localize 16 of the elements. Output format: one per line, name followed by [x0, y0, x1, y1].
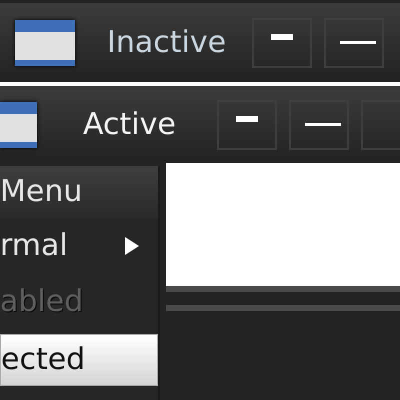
shade-button[interactable] — [252, 18, 312, 68]
window-icon — [15, 20, 75, 66]
minimize-button[interactable] — [324, 18, 384, 68]
shade-icon — [271, 34, 294, 40]
window-icon — [0, 102, 37, 148]
window-title: Inactive — [107, 25, 226, 60]
menu-item[interactable]: rmal — [0, 218, 158, 274]
menu-title: Menu — [0, 166, 158, 218]
minimize-icon — [304, 122, 341, 126]
submenu-arrow-icon — [125, 237, 139, 255]
shade-icon — [236, 116, 258, 122]
window-title: Active — [83, 107, 176, 142]
shade-button[interactable] — [216, 100, 277, 150]
minimize-icon — [340, 40, 376, 44]
minimize-button[interactable] — [288, 100, 349, 150]
menu-item[interactable]: ected — [0, 334, 158, 386]
